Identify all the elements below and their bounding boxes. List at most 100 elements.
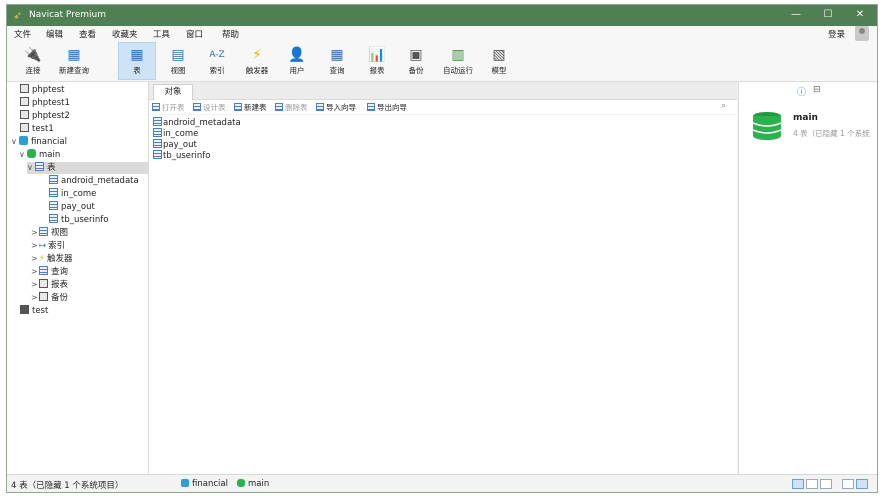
menu-view[interactable]: 查看 [79,28,96,40]
maximize-button[interactable]: ☐ [815,7,841,23]
toolbar-trigger-button[interactable]: ⚡ 触发器 [239,43,275,79]
toolbar-user-button[interactable]: 👤 用户 [279,43,315,79]
tree-item-triggers[interactable]: >⚡ 触发器 [31,253,72,265]
table-icon [153,139,162,148]
import-wizard-button[interactable]: 导入向导 [316,102,356,113]
list-item-label: pay_out [163,140,197,150]
tree-item-in-come[interactable]: in_come [49,188,96,200]
chevron-down-icon[interactable]: ∨ [27,162,35,174]
title-bar: ➶ Navicat Premium — ☐ ✕ [7,5,877,26]
tree-item-main[interactable]: ∨ main [19,149,60,161]
close-button[interactable]: ✕ [847,7,873,23]
login-button[interactable]: 登录 [828,28,845,40]
view-folder-icon [39,227,48,236]
toolbar-label: 报表 [369,66,385,75]
toolbar-connect-button[interactable]: 🔌 连接 [15,43,51,79]
info-icon[interactable]: ⓘ [797,85,806,98]
toggle-info-panel-button[interactable] [856,479,868,489]
toolbar-report-button[interactable]: 📊 报表 [359,43,395,79]
toolbar-model-button[interactable]: ▧ 模型 [481,43,517,79]
tree-item-views[interactable]: > 视图 [31,227,68,239]
export-icon [367,103,375,111]
chevron-down-icon[interactable]: ∨ [11,136,19,148]
design-table-button[interactable]: 设计表 [193,102,226,113]
navicat-logo-icon: ➶ [13,9,23,22]
toolbar-label: 自动运行 [443,66,473,75]
toolbar-table-button[interactable]: ▦ 表 [118,42,156,80]
open-table-icon [152,103,160,111]
chevron-right-icon[interactable]: > [31,240,39,252]
toolbar-label: 触发器 [245,66,269,75]
toolbar-automation-button[interactable]: ▥ 自动运行 [437,43,479,79]
toolbar-label: 备份 [408,66,424,75]
view-list-button[interactable] [792,479,804,489]
ddl-icon[interactable]: ⊟ [813,85,821,95]
backup-icon: ▣ [409,47,423,63]
chevron-right-icon[interactable]: > [31,227,39,239]
tree-item-label: android_metadata [61,176,139,186]
tree-item-label: phptest1 [32,98,70,108]
export-wizard-button[interactable]: 导出向导 [367,102,407,113]
status-connection: financial [181,479,228,489]
avatar-icon[interactable] [855,26,869,41]
backup-folder-icon [39,292,48,301]
chevron-right-icon[interactable]: > [31,253,39,265]
list-item[interactable]: android_metadata [153,117,241,128]
tree-item-indexes[interactable]: >↦ 索引 [31,240,65,252]
tree-item-phptest2[interactable]: phptest2 [20,110,70,122]
menu-window[interactable]: 窗口 [186,28,203,40]
tree-item-test1[interactable]: test1 [20,123,54,135]
table-icon [49,214,58,223]
toolbar-new-query-button[interactable]: ▦ 新建查询 [56,43,92,79]
toolbar-backup-button[interactable]: ▣ 备份 [398,43,434,79]
status-bar: 4 表（已隐藏 1 个系统项目） financial main [7,474,877,492]
list-item[interactable]: tb_userinfo [153,150,210,161]
tree-item-backups[interactable]: > 备份 [31,292,68,304]
menu-favorites[interactable]: 收藏夹 [112,28,138,40]
chevron-right-icon[interactable]: > [31,292,39,304]
toolbar-index-button[interactable]: A-Z 索引 [199,43,235,79]
tree-item-label: phptest2 [32,111,70,121]
view-er-button[interactable] [820,479,832,489]
menu-edit[interactable]: 编辑 [46,28,63,40]
list-item[interactable]: pay_out [153,139,197,150]
tree-item-phptest[interactable]: phptest [20,84,65,96]
toolbar-view-button[interactable]: ▤ 视图 [160,43,196,79]
index-icon: A-Z [209,50,225,60]
table-icon [49,175,58,184]
tree-item-financial[interactable]: ∨ financial [11,136,67,148]
tree-item-test[interactable]: test [20,305,48,317]
report-icon: 📊 [368,47,386,63]
report-folder-icon [39,279,48,288]
object-list: android_metadata in_come pay_out tb_user… [149,115,737,474]
tree-item-pay-out[interactable]: pay_out [49,201,95,213]
tree-item-android-metadata[interactable]: android_metadata [49,175,139,187]
tree-item-label: in_come [61,189,97,199]
toolbar-query-button[interactable]: ▦ 查询 [319,43,355,79]
new-table-icon [234,103,242,111]
minimize-button[interactable]: — [783,7,809,23]
list-item[interactable]: in_come [153,128,198,139]
tab-objects[interactable]: 对象 [153,84,193,100]
toolbar-label: 模型 [491,66,507,75]
tree-item-tb-userinfo[interactable]: tb_userinfo [49,214,108,226]
tree-item-reports[interactable]: > 报表 [31,279,68,291]
tree-item-queries[interactable]: > 查询 [31,266,68,278]
menu-file[interactable]: 文件 [14,28,31,40]
chevron-down-icon[interactable]: ∨ [19,149,27,161]
open-table-button[interactable]: 打开表 [152,102,185,113]
menu-tools[interactable]: 工具 [153,28,170,40]
sqlite-connection-icon [19,136,28,145]
search-icon[interactable]: ⌕ [721,101,726,111]
delete-table-button[interactable]: 删除表 [275,102,308,113]
sqlite-connection-icon [181,479,189,487]
view-detail-button[interactable] [806,479,818,489]
tree-item-tables[interactable]: ∨ 表 [27,162,148,174]
chevron-right-icon[interactable]: > [31,279,39,291]
tree-item-phptest1[interactable]: phptest1 [20,97,70,109]
toggle-tree-button[interactable] [842,479,854,489]
status-database-label: main [248,479,270,489]
new-table-button[interactable]: 新建表 [234,102,267,113]
chevron-right-icon[interactable]: > [31,266,39,278]
menu-help[interactable]: 帮助 [222,28,239,40]
